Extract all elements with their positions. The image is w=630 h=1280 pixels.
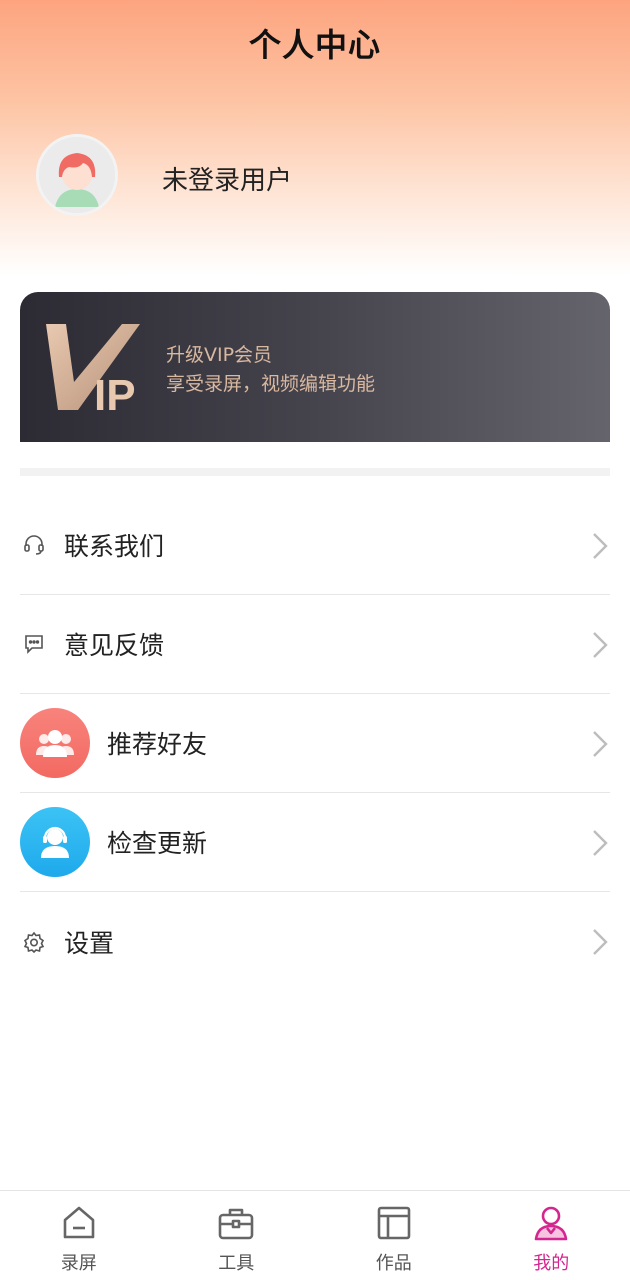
layout-icon (377, 1206, 411, 1240)
menu-item-settings[interactable]: 设置 (20, 892, 610, 991)
chevron-right-icon (593, 632, 608, 658)
vip-logo-icon: IP (46, 324, 140, 414)
menu-item-feedback[interactable]: 意见反馈 (20, 595, 610, 694)
feedback-icon (21, 631, 47, 657)
svg-text:IP: IP (94, 371, 136, 414)
menu-item-recommend-friends[interactable]: 推荐好友 (20, 694, 610, 793)
gear-icon (21, 929, 47, 955)
chevron-right-icon (593, 533, 608, 559)
tab-tools[interactable]: 工具 (158, 1191, 316, 1280)
tab-label: 我的 (533, 1253, 570, 1274)
vip-upgrade-card[interactable]: IP 升级VIP会员 享受录屏，视频编辑功能 (20, 292, 610, 442)
tab-record[interactable]: 录屏 (0, 1191, 158, 1280)
menu-item-check-update[interactable]: 检查更新 (20, 793, 610, 892)
menu-label: 联系我们 (64, 532, 165, 561)
update-icon (20, 807, 90, 877)
menu-label: 设置 (64, 928, 115, 958)
profile-icon (534, 1206, 568, 1241)
chevron-right-icon (593, 830, 608, 856)
tab-label: 工具 (218, 1253, 255, 1274)
menu-label: 检查更新 (107, 829, 208, 858)
menu-item-contact[interactable]: 联系我们 (20, 496, 610, 595)
bottom-tab-bar: 录屏 工具 作品 我的 (0, 1190, 630, 1280)
briefcase-icon (218, 1208, 254, 1240)
section-divider (20, 468, 610, 476)
tab-label: 作品 (375, 1253, 412, 1274)
tab-label: 录屏 (60, 1253, 97, 1274)
tab-mine[interactable]: 我的 (473, 1191, 630, 1280)
vip-subtitle: 享受录屏，视频编辑功能 (166, 373, 376, 395)
username[interactable]: 未登录用户 (162, 160, 292, 197)
user-avatar-icon[interactable] (36, 134, 118, 216)
menu-label: 意见反馈 (64, 631, 165, 660)
page-title: 个人中心 (248, 26, 381, 64)
headset-icon (21, 532, 47, 558)
tab-works[interactable]: 作品 (315, 1191, 473, 1280)
menu-label: 推荐好友 (107, 730, 208, 759)
friends-icon (20, 708, 90, 778)
chevron-right-icon (593, 929, 608, 955)
chevron-right-icon (593, 731, 608, 757)
menu-list: 联系我们 意见反馈 推荐好友 检查更新 设置 (20, 496, 610, 991)
home-icon (63, 1206, 95, 1239)
vip-title: 升级VIP会员 (166, 344, 273, 366)
